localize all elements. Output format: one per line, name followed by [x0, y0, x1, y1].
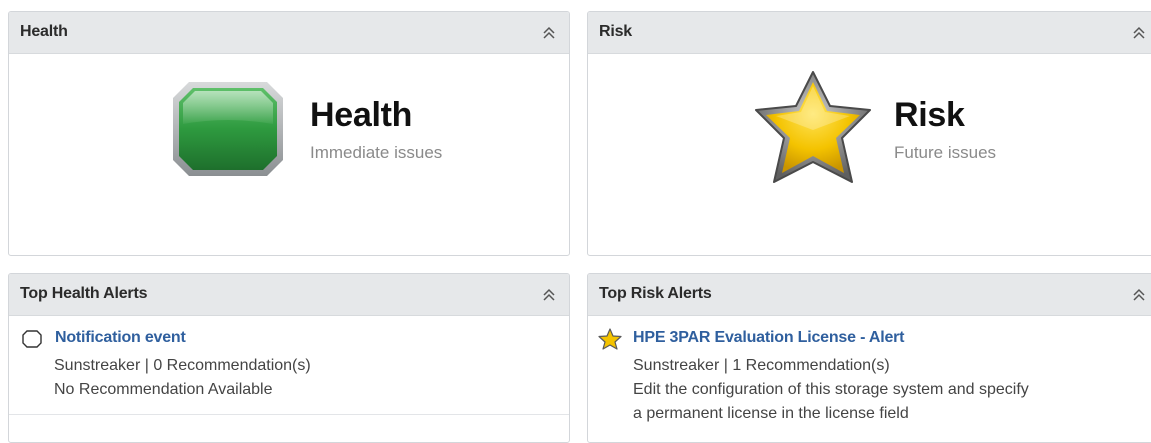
- notification-outline-icon: [21, 329, 43, 349]
- small-star-icon: [598, 328, 622, 350]
- top-health-collapse-icon[interactable]: [541, 286, 557, 304]
- health-alert-title-link[interactable]: Notification event: [55, 329, 186, 347]
- health-panel-title: Health: [20, 23, 68, 40]
- health-collapse-icon[interactable]: [541, 24, 557, 42]
- top-risk-collapse-icon[interactable]: [1131, 286, 1147, 304]
- risk-collapse-icon[interactable]: [1131, 24, 1147, 42]
- top-health-alerts-header: Top Health Alerts: [9, 274, 569, 316]
- top-risk-alerts-title: Top Risk Alerts: [599, 285, 712, 302]
- top-health-alerts-title: Top Health Alerts: [20, 285, 148, 302]
- risk-alert-description-line: a permanent license in the license field: [633, 405, 909, 422]
- health-panel: Health Health Immediate issues: [8, 11, 570, 256]
- health-panel-header: Health: [9, 12, 569, 54]
- risk-status-icon: [750, 68, 876, 192]
- risk-alert-title-link[interactable]: HPE 3PAR Evaluation License - Alert: [633, 329, 905, 347]
- health-alert-description-line: No Recommendation Available: [54, 381, 273, 398]
- health-alert-meta: Sunstreaker | 0 Recommendation(s): [54, 357, 311, 374]
- risk-big-title: Risk: [894, 96, 965, 134]
- risk-panel-title: Risk: [599, 23, 632, 40]
- row-divider: [9, 414, 569, 415]
- risk-panel: Risk Risk Future issues: [587, 11, 1151, 256]
- risk-alert-meta: Sunstreaker | 1 Recommendation(s): [633, 357, 890, 374]
- health-big-title: Health: [310, 96, 413, 134]
- risk-panel-header: Risk: [588, 12, 1151, 54]
- health-subtitle: Immediate issues: [310, 143, 443, 162]
- health-status-icon: [167, 76, 289, 182]
- top-risk-alerts-header: Top Risk Alerts: [588, 274, 1151, 316]
- risk-subtitle: Future issues: [894, 143, 997, 162]
- risk-alert-description-line: Edit the configuration of this storage s…: [633, 381, 1029, 398]
- top-risk-alerts-panel: Top Risk Alerts HPE 3PAR Evaluation Lice…: [587, 273, 1151, 443]
- top-health-alerts-panel: Top Health Alerts Notification event Sun…: [8, 273, 570, 443]
